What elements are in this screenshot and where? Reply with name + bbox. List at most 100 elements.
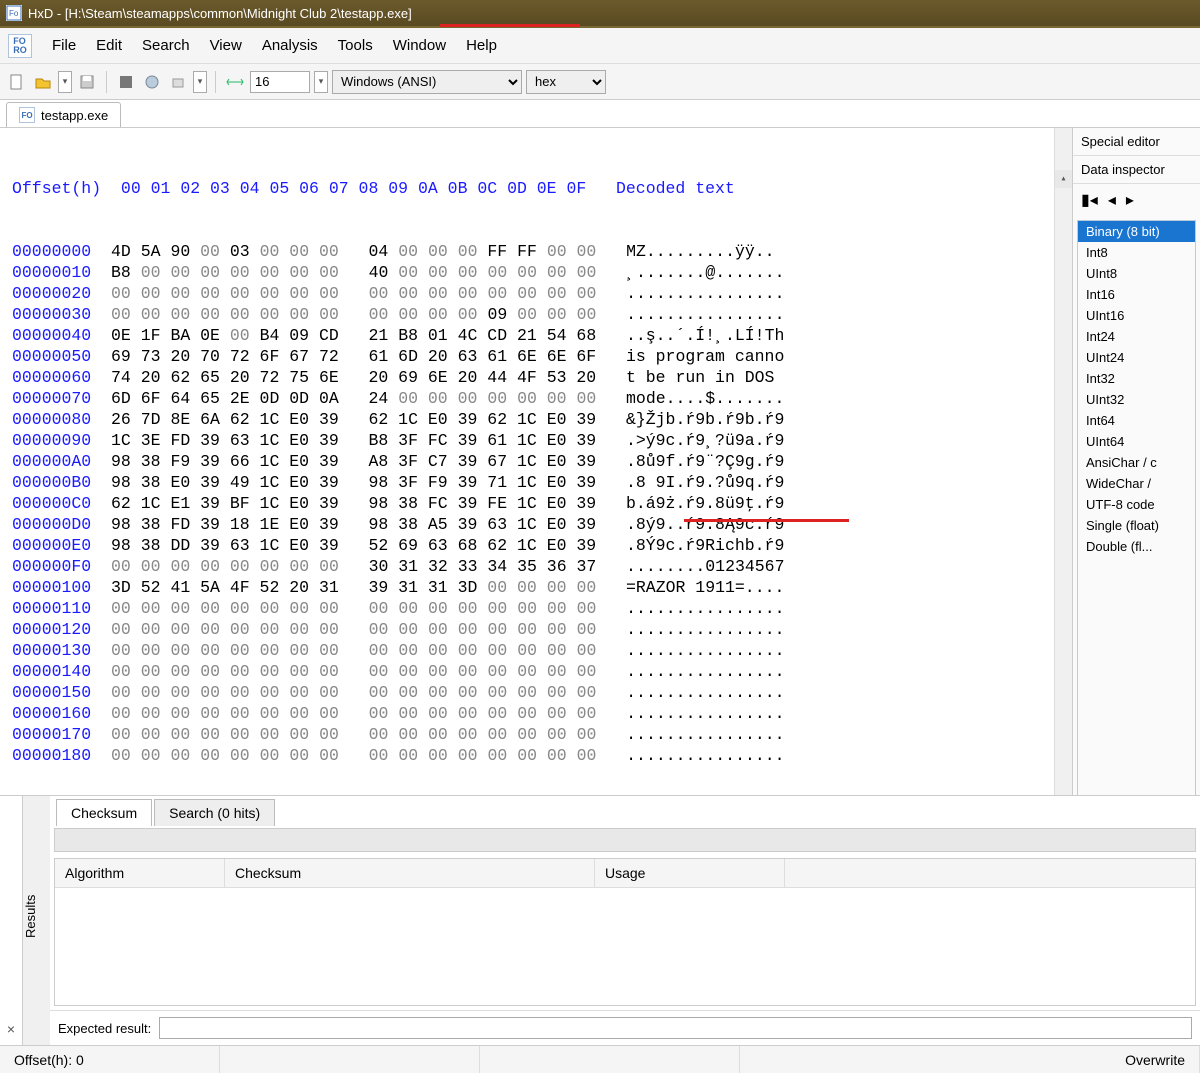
hex-row[interactable]: 000000A0 98 38 F9 39 66 1C E0 39 A8 3F C…: [12, 451, 1072, 472]
results-side-label[interactable]: Results: [22, 796, 50, 1045]
bytes-dropdown[interactable]: ▾: [314, 71, 328, 93]
bytes-per-row-input[interactable]: [250, 71, 310, 93]
type-item[interactable]: UInt32: [1078, 389, 1195, 410]
hex-row[interactable]: 000000E0 98 38 DD 39 63 1C E0 39 52 69 6…: [12, 535, 1072, 556]
tool-icon-3[interactable]: [167, 71, 189, 93]
hex-row[interactable]: 000000B0 98 38 E0 39 49 1C E0 39 98 3F F…: [12, 472, 1072, 493]
file-icon: FO: [19, 107, 35, 123]
type-item[interactable]: Single (float): [1078, 515, 1195, 536]
hex-row[interactable]: 00000030 00 00 00 00 00 00 00 00 00 00 0…: [12, 304, 1072, 325]
first-icon[interactable]: ▮◂: [1081, 190, 1098, 210]
expected-result-input[interactable]: [159, 1017, 1192, 1039]
next-icon[interactable]: ▸: [1126, 190, 1134, 210]
type-item[interactable]: Int8: [1078, 242, 1195, 263]
hex-row[interactable]: 00000110 00 00 00 00 00 00 00 00 00 00 0…: [12, 598, 1072, 619]
menu-window[interactable]: Window: [383, 33, 456, 58]
tab-checksum[interactable]: Checksum: [56, 799, 152, 826]
hex-row[interactable]: 00000140 00 00 00 00 00 00 00 00 00 00 0…: [12, 661, 1072, 682]
open-dropdown[interactable]: ▾: [58, 71, 72, 93]
status-mode: Overwrite: [1111, 1046, 1200, 1073]
app-icon: Fo: [6, 5, 22, 21]
status-blank1: [220, 1046, 480, 1073]
type-item[interactable]: Double (fl...: [1078, 536, 1195, 557]
hex-row[interactable]: 00000010 B8 00 00 00 00 00 00 00 40 00 0…: [12, 262, 1072, 283]
hex-row[interactable]: 00000080 26 7D 8E 6A 62 1C E0 39 62 1C E…: [12, 409, 1072, 430]
hex-header: Offset(h) 00 01 02 03 04 05 06 07 08 09 …: [12, 178, 1072, 199]
type-item[interactable]: UInt16: [1078, 305, 1195, 326]
app-icon-small: FORO: [8, 34, 32, 58]
col-algorithm[interactable]: Algorithm: [55, 859, 225, 887]
hex-row[interactable]: 00000160 00 00 00 00 00 00 00 00 00 00 0…: [12, 703, 1072, 724]
menu-view[interactable]: View: [200, 33, 252, 58]
tab-search[interactable]: Search (0 hits): [154, 799, 275, 826]
toolbar: ▾ ▾ ▾ Windows (ANSI) hex: [0, 64, 1200, 100]
hex-row[interactable]: 00000060 74 20 62 65 20 72 75 6E 20 69 6…: [12, 367, 1072, 388]
type-item[interactable]: Int32: [1078, 368, 1195, 389]
hex-row[interactable]: 00000170 00 00 00 00 00 00 00 00 00 00 0…: [12, 724, 1072, 745]
menu-help[interactable]: Help: [456, 33, 507, 58]
document-tabs: FO testapp.exe: [0, 100, 1200, 128]
type-item[interactable]: Binary (8 bit): [1078, 221, 1195, 242]
tab-testapp[interactable]: FO testapp.exe: [6, 102, 121, 127]
type-item[interactable]: UInt24: [1078, 347, 1195, 368]
results-close-button[interactable]: ×: [0, 796, 22, 1045]
hex-row[interactable]: 00000000 4D 5A 90 00 03 00 00 00 04 00 0…: [12, 241, 1072, 262]
col-usage[interactable]: Usage: [595, 859, 785, 887]
type-item[interactable]: Int64: [1078, 410, 1195, 431]
tool-icon-1[interactable]: [115, 71, 137, 93]
tool-dropdown[interactable]: ▾: [193, 71, 207, 93]
new-button[interactable]: [6, 71, 28, 93]
type-item[interactable]: AnsiChar / c: [1078, 452, 1195, 473]
type-item[interactable]: UTF-8 code: [1078, 494, 1195, 515]
hex-row[interactable]: 00000040 0E 1F BA 0E 00 B4 09 CD 21 B8 0…: [12, 325, 1072, 346]
hex-row[interactable]: 00000120 00 00 00 00 00 00 00 00 00 00 0…: [12, 619, 1072, 640]
svg-text:Fo: Fo: [9, 9, 19, 18]
tab-label: testapp.exe: [41, 108, 108, 123]
tool-icon-2[interactable]: [141, 71, 163, 93]
annotation-underline-title: [440, 24, 580, 27]
side-title: Special editor: [1073, 128, 1200, 156]
menu-file[interactable]: File: [42, 33, 86, 58]
window-title-suffix: ]: [408, 6, 412, 21]
type-item[interactable]: UInt8: [1078, 263, 1195, 284]
results-toolbar: [54, 828, 1196, 852]
hex-row[interactable]: 00000020 00 00 00 00 00 00 00 00 00 00 0…: [12, 283, 1072, 304]
open-button[interactable]: [32, 71, 54, 93]
title-bar: Fo HxD - [ H:\Steam\steamapps\common\Mid…: [0, 0, 1200, 28]
status-offset: Offset(h): 0: [0, 1046, 220, 1073]
save-button[interactable]: [76, 71, 98, 93]
type-item[interactable]: Int24: [1078, 326, 1195, 347]
width-icon[interactable]: [224, 71, 246, 93]
encoding-select[interactable]: Windows (ANSI): [332, 70, 522, 94]
prev-icon[interactable]: ◂: [1108, 190, 1116, 210]
results-table: Algorithm Checksum Usage: [54, 858, 1196, 1006]
hex-row[interactable]: 00000130 00 00 00 00 00 00 00 00 00 00 0…: [12, 640, 1072, 661]
expected-result-label: Expected result:: [58, 1021, 151, 1036]
side-subtitle: Data inspector: [1073, 156, 1200, 184]
window-title-path: H:\Steam\steamapps\common\Midnight Club …: [68, 6, 408, 21]
window-title-prefix: HxD - [: [28, 6, 68, 21]
menu-analysis[interactable]: Analysis: [252, 33, 328, 58]
menu-search[interactable]: Search: [132, 33, 200, 58]
scroll-up-icon[interactable]: ▴: [1055, 170, 1072, 188]
base-select[interactable]: hex: [526, 70, 606, 94]
inspector-nav: ▮◂ ◂ ▸: [1073, 184, 1200, 216]
menu-edit[interactable]: Edit: [86, 33, 132, 58]
results-tabs: Checksum Search (0 hits): [50, 796, 1200, 826]
hex-row[interactable]: 000000D0 98 38 FD 39 18 1E E0 39 98 38 A…: [12, 514, 1072, 535]
menu-tools[interactable]: Tools: [328, 33, 383, 58]
menu-bar: FORO File Edit Search View Analysis Tool…: [0, 28, 1200, 64]
hex-row[interactable]: 00000090 1C 3E FD 39 63 1C E0 39 B8 3F F…: [12, 430, 1072, 451]
hex-row[interactable]: 00000100 3D 52 41 5A 4F 52 20 31 39 31 3…: [12, 577, 1072, 598]
hex-row[interactable]: 00000050 69 73 20 70 72 6F 67 72 61 6D 2…: [12, 346, 1072, 367]
type-item[interactable]: WideChar /: [1078, 473, 1195, 494]
col-checksum[interactable]: Checksum: [225, 859, 595, 887]
type-item[interactable]: UInt64: [1078, 431, 1195, 452]
hex-row[interactable]: 000000C0 62 1C E1 39 BF 1C E0 39 98 38 F…: [12, 493, 1072, 514]
hex-row[interactable]: 000000F0 00 00 00 00 00 00 00 00 30 31 3…: [12, 556, 1072, 577]
hex-row[interactable]: 00000070 6D 6F 64 65 2E 0D 0D 0A 24 00 0…: [12, 388, 1072, 409]
hex-row[interactable]: 00000180 00 00 00 00 00 00 00 00 00 00 0…: [12, 745, 1072, 766]
type-item[interactable]: Int16: [1078, 284, 1195, 305]
hex-row[interactable]: 00000150 00 00 00 00 00 00 00 00 00 00 0…: [12, 682, 1072, 703]
results-panel: × Results Checksum Search (0 hits) Algor…: [0, 795, 1200, 1045]
